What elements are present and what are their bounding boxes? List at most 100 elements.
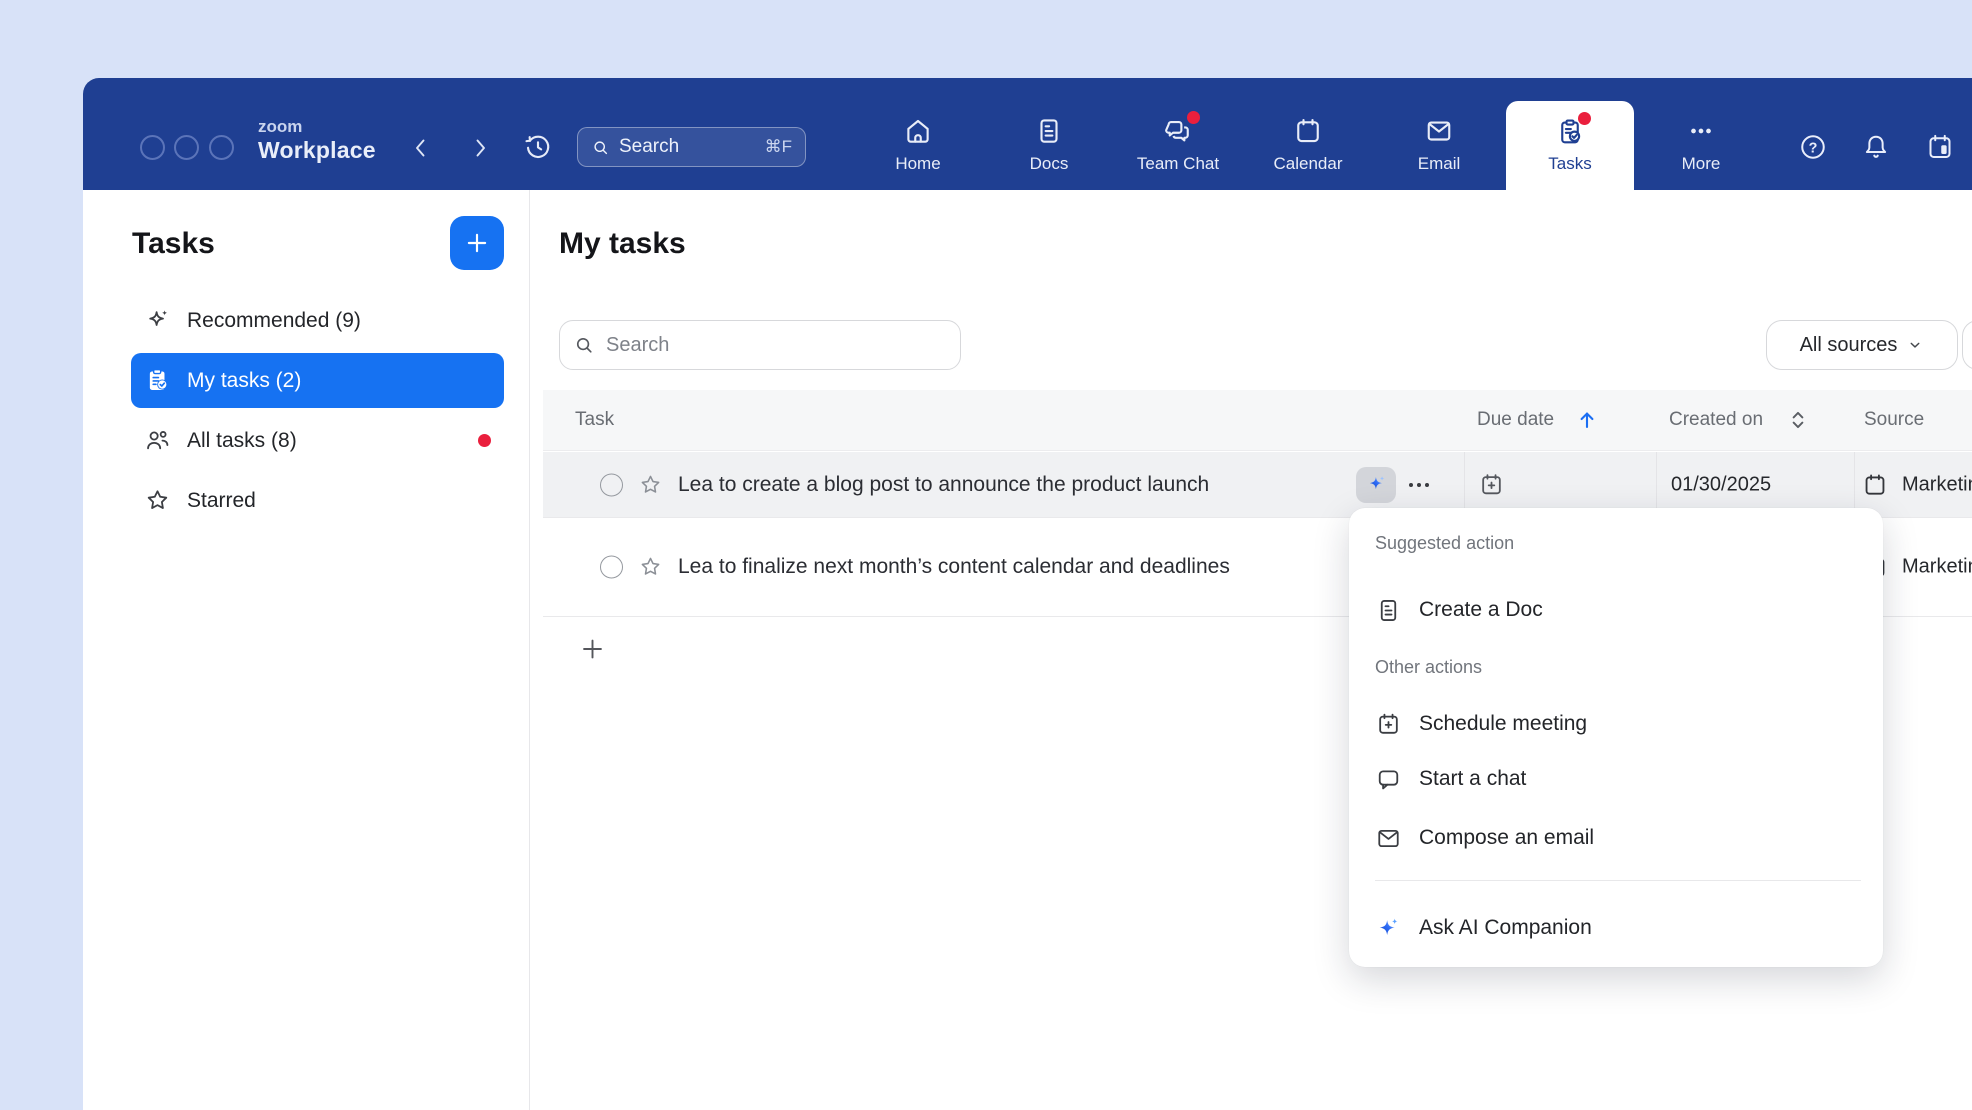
home-icon [903, 116, 933, 146]
more-icon [1686, 116, 1716, 146]
menu-divider [1375, 880, 1861, 881]
schedule-button[interactable] [1925, 132, 1955, 162]
menu-item-schedule-meeting[interactable]: Schedule meeting [1375, 702, 1863, 746]
nav-more-label: More [1682, 154, 1721, 174]
back-button[interactable] [409, 136, 433, 160]
nav-more[interactable]: More [1645, 116, 1757, 174]
tasks-badge [1578, 112, 1591, 125]
tasks-icon [1555, 117, 1585, 147]
nav-email[interactable]: Email [1383, 116, 1495, 174]
calendar-today-icon [1925, 132, 1955, 162]
forward-button[interactable] [468, 136, 492, 160]
nav-home[interactable]: Home [862, 116, 974, 174]
email-icon [1375, 825, 1402, 852]
sidebar-item-label: My tasks (2) [187, 369, 301, 393]
logo-zoom: zoom [258, 118, 376, 136]
global-search-placeholder: Search [619, 136, 765, 158]
help-button[interactable]: ? [1798, 132, 1828, 162]
nav-docs[interactable]: Docs [993, 116, 1105, 174]
add-due-date-button[interactable] [1478, 471, 1505, 498]
star-icon[interactable] [638, 472, 663, 497]
team-chat-badge [1187, 111, 1200, 124]
menu-item-create-doc[interactable]: Create a Doc [1375, 588, 1863, 632]
plus-icon [579, 636, 606, 663]
task-title[interactable]: Lea to finalize next month’s content cal… [678, 555, 1230, 579]
doc-icon [1375, 597, 1402, 624]
source-cell: Marketing [1902, 473, 1972, 496]
sidebar-item-my-tasks[interactable]: My tasks (2) [131, 353, 504, 408]
column-header-due-date[interactable]: Due date [1477, 409, 1554, 431]
task-title[interactable]: Lea to create a blog post to announce th… [678, 473, 1209, 497]
screen: zoom Workplace Search ⌘F [0, 0, 1972, 1110]
column-header-created-on[interactable]: Created on [1669, 409, 1763, 431]
sources-filter-label: All sources [1800, 334, 1898, 357]
star-icon [144, 487, 171, 514]
help-icon: ? [1798, 132, 1828, 162]
page-title: My tasks [559, 226, 686, 262]
plus-icon [464, 230, 490, 256]
add-task-button[interactable] [450, 216, 504, 270]
sparkle-icon [144, 307, 171, 334]
clipped-filter-button[interactable] [1962, 320, 1972, 370]
menu-item-start-chat[interactable]: Start a chat [1375, 757, 1863, 801]
nav-docs-label: Docs [1030, 154, 1069, 174]
task-complete-checkbox[interactable] [600, 473, 623, 496]
window-control-minimize[interactable] [174, 135, 199, 160]
column-header-task: Task [575, 409, 614, 431]
chevron-down-icon [1906, 336, 1924, 354]
nav-home-label: Home [895, 154, 940, 174]
menu-item-compose-email[interactable]: Compose an email [1375, 816, 1863, 860]
logo-workplace: Workplace [258, 136, 376, 164]
chat-bubble-icon [1375, 766, 1402, 793]
history-icon [523, 132, 553, 162]
menu-item-ask-ai-companion[interactable]: Ask AI Companion [1375, 906, 1863, 950]
sort-both-icon[interactable] [1786, 408, 1810, 432]
menu-item-label: Compose an email [1419, 826, 1594, 850]
nav-team-chat[interactable]: Team Chat [1122, 116, 1234, 174]
more-actions-button[interactable] [1405, 473, 1433, 497]
svg-text:?: ? [1809, 140, 1818, 156]
menu-item-label: Ask AI Companion [1419, 916, 1592, 940]
nav-calendar-label: Calendar [1274, 154, 1343, 174]
task-search [559, 320, 961, 370]
menu-section-label: Suggested action [1375, 533, 1514, 554]
sidebar-item-all-tasks[interactable]: All tasks (8) [131, 413, 504, 468]
nav-email-label: Email [1418, 154, 1461, 174]
notifications-button[interactable] [1861, 132, 1891, 162]
search-shortcut: ⌘F [765, 137, 792, 157]
nav-tasks-active-tab[interactable]: Tasks [1506, 101, 1634, 190]
top-bar: zoom Workplace Search ⌘F [83, 78, 1972, 190]
star-icon[interactable] [638, 555, 663, 580]
search-icon [591, 138, 610, 157]
people-icon [144, 427, 171, 454]
nav-calendar[interactable]: Calendar [1252, 116, 1364, 174]
ai-sparkle-icon [1365, 473, 1388, 496]
nav-tasks-label: Tasks [1548, 154, 1591, 174]
sources-filter-dropdown[interactable]: All sources [1766, 320, 1958, 370]
window-control-zoom[interactable] [209, 135, 234, 160]
sort-ascending-icon[interactable] [1575, 408, 1599, 432]
menu-section-label: Other actions [1375, 657, 1482, 678]
all-tasks-badge [478, 434, 491, 447]
created-on-cell: 01/30/2025 [1671, 473, 1771, 496]
ai-actions-popup: Suggested action Create a Doc Other acti… [1349, 508, 1883, 967]
calendar-icon [1293, 116, 1323, 146]
menu-item-label: Create a Doc [1419, 598, 1543, 622]
sidebar-item-starred[interactable]: Starred [131, 473, 504, 528]
email-icon [1424, 116, 1454, 146]
sidebar-item-label: Starred [187, 489, 256, 513]
sidebar-item-label: All tasks (8) [187, 429, 297, 453]
history-button[interactable] [523, 132, 553, 162]
window-control-close[interactable] [140, 135, 165, 160]
sidebar-item-recommended[interactable]: Recommended (9) [131, 293, 504, 348]
chevron-right-icon [468, 136, 492, 160]
task-search-input[interactable] [559, 320, 961, 370]
column-header-source: Source [1864, 409, 1924, 431]
source-cell: Marketing [1902, 556, 1972, 579]
task-complete-checkbox[interactable] [600, 556, 623, 579]
ai-companion-button[interactable] [1356, 467, 1396, 503]
global-search-bar[interactable]: Search ⌘F [577, 127, 806, 167]
sidebar-item-label: Recommended (9) [187, 309, 361, 333]
team-chat-icon [1163, 116, 1193, 146]
menu-item-label: Schedule meeting [1419, 712, 1587, 736]
